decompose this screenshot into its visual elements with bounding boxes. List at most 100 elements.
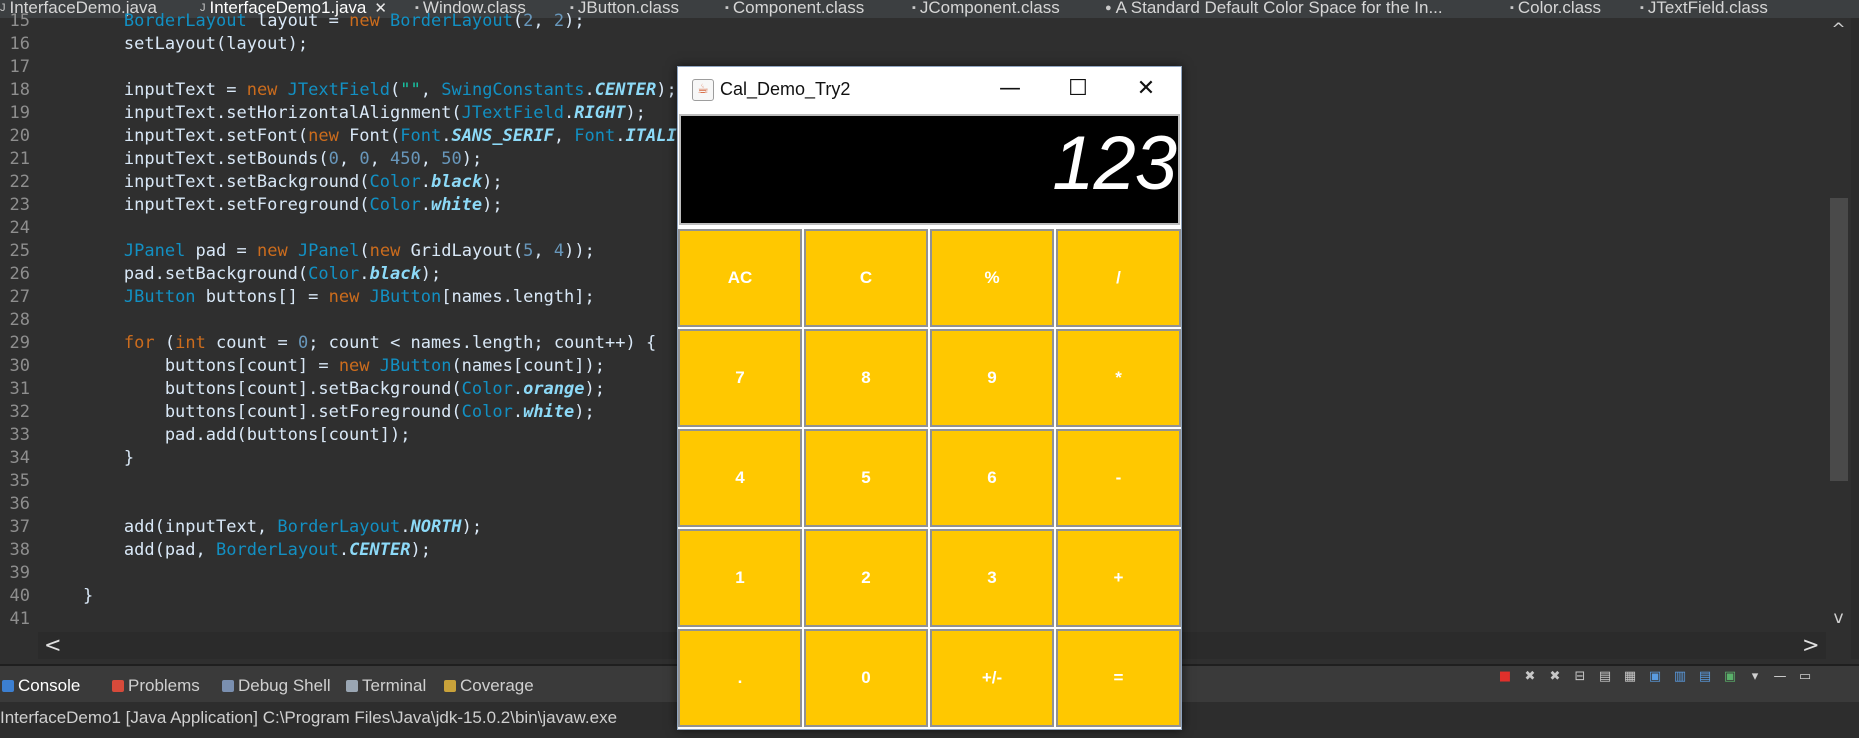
display-selected-icon[interactable]: ▤: [1696, 668, 1714, 686]
code-token: 2: [553, 11, 565, 31]
code-text: inputText.setForeground(Color.white);: [42, 194, 503, 217]
code-token: count =: [205, 333, 298, 353]
console-tab[interactable]: Problems: [112, 676, 200, 696]
calc-key[interactable]: *: [1056, 329, 1181, 427]
line-number: 37: [9, 517, 30, 537]
code-line[interactable]: 15 BorderLayout layout = new BorderLayou…: [0, 10, 1826, 33]
code-token: }: [42, 448, 135, 468]
calc-key[interactable]: AC: [678, 229, 802, 327]
calc-key[interactable]: 1: [678, 529, 802, 627]
calc-key[interactable]: %: [930, 229, 1054, 327]
minimize-icon[interactable]: —: [1771, 668, 1789, 686]
calc-key[interactable]: +/-: [930, 629, 1054, 727]
code-text: BorderLayout layout = new BorderLayout(2…: [42, 10, 585, 33]
code-token: Color: [461, 402, 513, 422]
line-number: 40: [9, 586, 30, 606]
code-token: 0: [359, 149, 370, 169]
calc-key[interactable]: 0: [804, 629, 928, 727]
console-tab[interactable]: Console: [2, 676, 80, 696]
line-number: 34: [9, 448, 30, 468]
code-token: (: [154, 333, 176, 353]
code-token: inputText.setFont(: [42, 126, 309, 146]
calc-key[interactable]: =: [1056, 629, 1181, 727]
calc-key[interactable]: 4: [678, 429, 802, 527]
remove-all-icon[interactable]: ✖: [1546, 668, 1564, 686]
code-text: }: [42, 585, 93, 608]
console-tab[interactable]: Coverage: [444, 676, 534, 696]
overview-ruler: [1851, 18, 1859, 659]
console-tab[interactable]: Debug Shell: [222, 676, 331, 696]
console-tab-label: Debug Shell: [238, 676, 331, 695]
code-text: JPanel pad = new JPanel(new GridLayout(5…: [42, 240, 595, 263]
calc-key[interactable]: /: [1056, 229, 1181, 327]
calc-key[interactable]: 7: [678, 329, 802, 427]
code-token: 5: [523, 241, 534, 261]
clear-console-icon[interactable]: ⊟: [1571, 668, 1589, 686]
code-token: buttons[count].setBackground(: [42, 379, 462, 399]
scroll-up-arrow-icon[interactable]: ^: [1826, 20, 1851, 40]
show-console-icon[interactable]: ▣: [1646, 668, 1664, 686]
code-token: orange: [523, 379, 585, 399]
code-token: 0: [297, 333, 309, 353]
code-token: );: [461, 149, 483, 169]
vertical-scrollbar[interactable]: ^ v: [1826, 18, 1851, 632]
calc-key[interactable]: -: [1056, 429, 1181, 527]
line-number: 24: [9, 218, 30, 238]
calc-key[interactable]: .: [678, 629, 802, 727]
vertical-scroll-thumb[interactable]: [1830, 198, 1848, 481]
code-token: [names.length];: [441, 287, 595, 307]
calc-key[interactable]: 2: [804, 529, 928, 627]
code-token: 450: [390, 149, 421, 169]
scroll-left-arrow-icon[interactable]: <: [44, 633, 62, 657]
minimize-button[interactable]: —: [976, 67, 1044, 112]
code-line[interactable]: 16 setLayout(layout);: [0, 33, 1826, 56]
code-token: RIGHT: [574, 103, 626, 123]
calc-key[interactable]: +: [1056, 529, 1181, 627]
code-text: }: [42, 447, 134, 470]
code-token: CENTER: [594, 80, 657, 100]
code-token: );: [564, 11, 585, 31]
calc-key[interactable]: 3: [930, 529, 1054, 627]
calc-key[interactable]: 8: [804, 329, 928, 427]
code-token: 50: [441, 149, 462, 169]
remove-launch-icon[interactable]: ✖: [1521, 668, 1539, 686]
line-number: 23: [9, 195, 30, 215]
code-token: buttons[count].setForeground(: [42, 402, 462, 422]
view-menu-icon[interactable]: ▾: [1746, 668, 1764, 686]
code-token: NORTH: [410, 517, 462, 537]
code-token: JPanel: [297, 241, 360, 261]
calc-key[interactable]: 5: [804, 429, 928, 527]
maximize-icon[interactable]: ▭: [1796, 668, 1814, 686]
window-title-bar[interactable]: ☕ Cal_Demo_Try2 — ☐ ✕: [678, 67, 1181, 112]
code-token: }: [42, 586, 94, 606]
display-value: 123: [1052, 121, 1177, 206]
console-tab[interactable]: Terminal: [346, 676, 426, 696]
word-wrap-icon[interactable]: ▦: [1621, 668, 1639, 686]
code-text: buttons[count].setForeground(Color.white…: [42, 401, 595, 424]
calc-key[interactable]: C: [804, 229, 928, 327]
code-token: ));: [564, 241, 595, 261]
code-token: ,: [369, 149, 391, 169]
calculator-display[interactable]: 123: [679, 114, 1180, 225]
pin-console-icon[interactable]: ▥: [1671, 668, 1689, 686]
scroll-lock-icon[interactable]: ▤: [1596, 668, 1614, 686]
line-number: 30: [9, 356, 30, 376]
open-console-icon[interactable]: ▣: [1721, 668, 1739, 686]
terminate-icon[interactable]: ■: [1496, 668, 1514, 686]
scroll-down-arrow-icon[interactable]: v: [1826, 608, 1851, 628]
calc-key[interactable]: 6: [930, 429, 1054, 527]
line-number: 28: [9, 310, 30, 330]
code-token: .: [564, 103, 575, 123]
code-token: SANS_SERIF: [451, 126, 554, 146]
line-number: 21: [9, 149, 30, 169]
scroll-right-arrow-icon[interactable]: >: [1802, 633, 1820, 657]
line-number: 39: [9, 563, 30, 583]
maximize-button[interactable]: ☐: [1044, 67, 1112, 112]
close-button[interactable]: ✕: [1112, 67, 1180, 112]
calc-key[interactable]: 9: [930, 329, 1054, 427]
code-text: setLayout(layout);: [42, 33, 308, 56]
